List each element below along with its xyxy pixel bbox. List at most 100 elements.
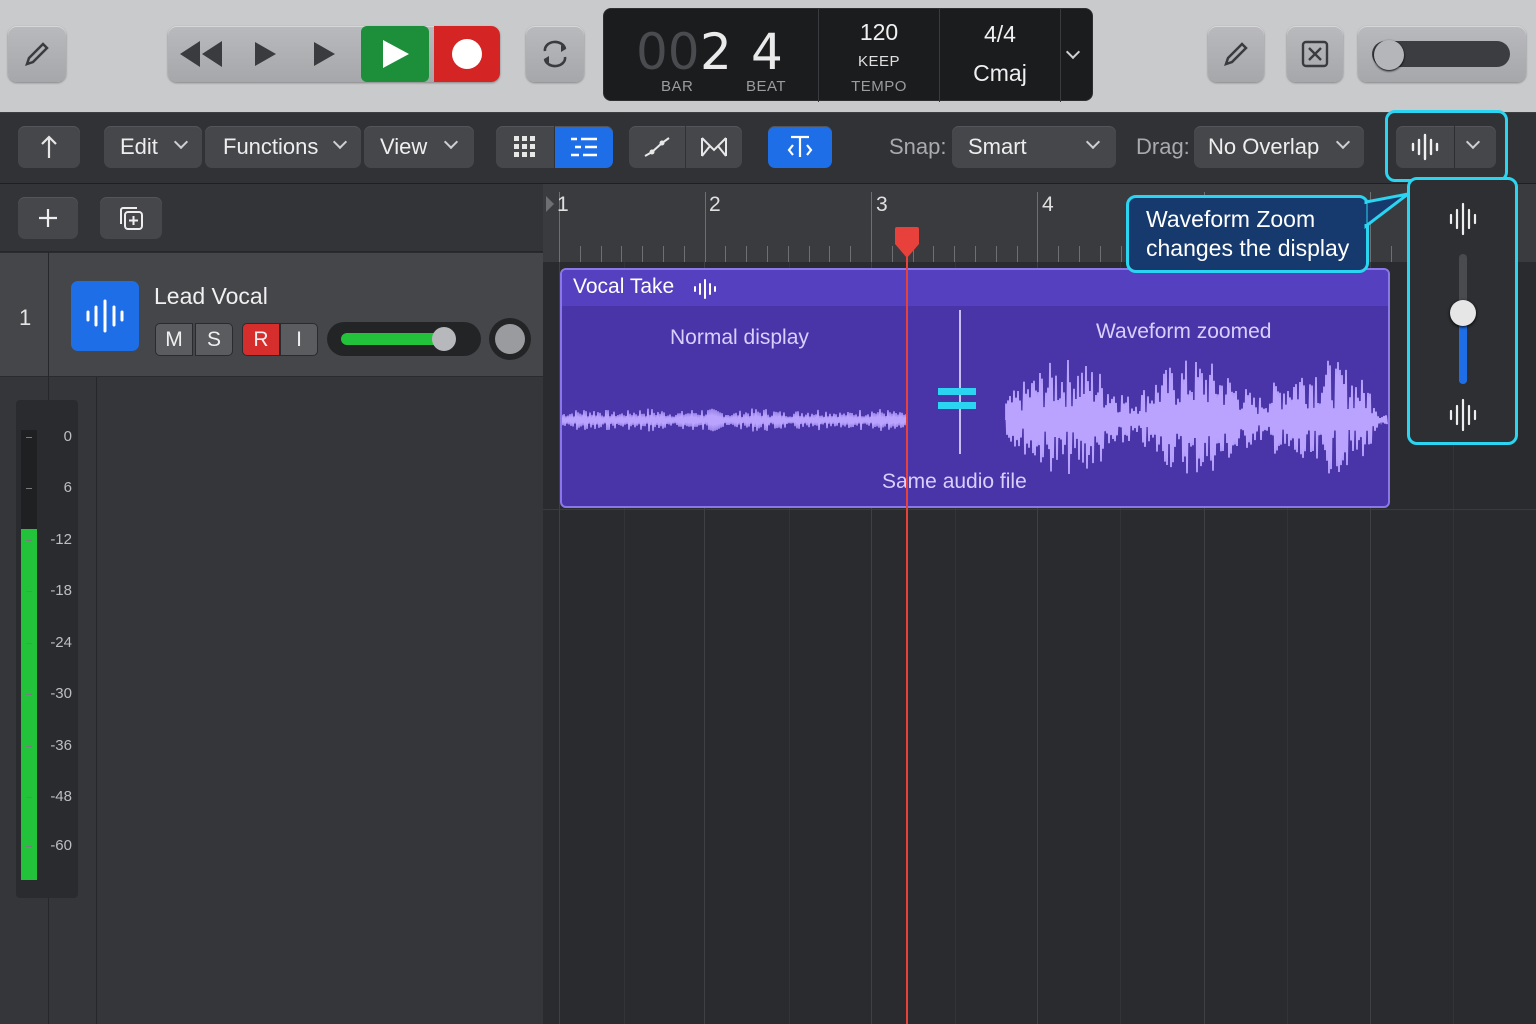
- ruler-bar-4: 4: [1042, 193, 1054, 216]
- ruler-tick: [933, 246, 934, 262]
- ruler-tick: [642, 246, 643, 262]
- audio-waveform-icon: [86, 299, 124, 333]
- close-window-button[interactable]: [1287, 26, 1343, 82]
- stop-button[interactable]: [311, 38, 337, 75]
- close-box-icon: [1301, 40, 1329, 68]
- drag-select[interactable]: No Overlap: [1194, 126, 1364, 168]
- play-button[interactable]: [361, 26, 429, 82]
- pan-knob[interactable]: [489, 318, 531, 360]
- mute-button[interactable]: M: [155, 323, 193, 356]
- chevron-down-icon[interactable]: [1465, 134, 1481, 150]
- playhead-line[interactable]: [906, 254, 908, 1024]
- ruler-tick: [1391, 246, 1392, 262]
- view-menu[interactable]: View: [364, 126, 474, 168]
- automation-button[interactable]: [629, 126, 685, 168]
- volume-knob[interactable]: [431, 327, 456, 351]
- record-enable-button[interactable]: R: [242, 323, 280, 356]
- lcd-chevron-down-icon[interactable]: [1065, 44, 1081, 60]
- grid-view-button[interactable]: [496, 126, 554, 168]
- ruler-tick: [1121, 246, 1122, 262]
- snap-label: Snap:: [889, 134, 947, 159]
- meter-scale-label: -60: [50, 837, 72, 854]
- ruler-tick: [705, 192, 706, 262]
- lcd-display[interactable]: 00 2 4 BAR BEAT 120 KEEP TEMPO 4/4 Cmaj: [603, 8, 1093, 102]
- tempo-value: 120: [859, 19, 899, 45]
- zoom-slider-knob[interactable]: [1450, 299, 1476, 326]
- rewind-button[interactable]: [178, 38, 224, 75]
- input-monitor-button[interactable]: I: [280, 323, 318, 356]
- ruler-tick: [975, 246, 976, 262]
- waveform-zoom-out-icon[interactable]: [1448, 398, 1478, 432]
- list-view-button[interactable]: [555, 126, 613, 168]
- record-button[interactable]: [434, 26, 500, 82]
- snap-select[interactable]: Smart: [952, 126, 1116, 168]
- plus-icon: [39, 209, 57, 227]
- play-icon: [383, 40, 409, 68]
- meter-scale-tick: [26, 694, 32, 695]
- ruler-start-marker: [546, 196, 554, 212]
- notes-button[interactable]: [1208, 26, 1264, 82]
- forward-button[interactable]: [252, 38, 278, 75]
- volume-fill: [341, 333, 442, 345]
- add-track-button[interactable]: [18, 197, 78, 239]
- level-meter: 0 6 -12 -18 -24 -30 -36 -48 -60: [16, 400, 78, 898]
- pencil-tool-button[interactable]: [8, 26, 66, 82]
- flex-button[interactable]: [686, 126, 742, 168]
- record-icon: [452, 39, 482, 69]
- region-header: [562, 270, 1388, 306]
- duplicate-track-button[interactable]: [100, 197, 162, 239]
- ruler-bar-2: 2: [709, 193, 721, 216]
- ruler-bar-1: 1: [557, 193, 569, 216]
- master-volume-knob[interactable]: [1374, 40, 1404, 70]
- region-name: Vocal Take: [573, 275, 675, 298]
- ruler-tick: [663, 246, 664, 262]
- cycle-icon: [543, 40, 567, 68]
- ruler-tick: [621, 246, 622, 262]
- drag-value: No Overlap: [1208, 134, 1320, 159]
- master-volume-slider[interactable]: [1358, 26, 1526, 82]
- view-menu-label: View: [380, 134, 428, 159]
- automation-curve-icon: [644, 137, 670, 157]
- track-volume-slider[interactable]: [327, 322, 481, 356]
- ruler-tick: [580, 246, 581, 262]
- waveform-zoom-button[interactable]: [1396, 126, 1496, 168]
- meter-scale-tick: [26, 488, 32, 489]
- solo-button[interactable]: S: [195, 323, 233, 356]
- ruler-tick: [725, 246, 726, 262]
- cycle-button[interactable]: [526, 26, 584, 82]
- audio-region[interactable]: Vocal Take Normal display Waveform zoome…: [560, 268, 1390, 508]
- functions-menu[interactable]: Functions: [205, 126, 361, 168]
- track-icon[interactable]: [71, 281, 139, 351]
- meter-fill: [21, 529, 37, 880]
- bar-prefix: 00: [636, 23, 700, 81]
- region-waveform-icon: [694, 279, 716, 299]
- meter-scale-tick: [26, 540, 32, 541]
- ruler-tick: [1100, 246, 1101, 262]
- flex-icon: [701, 137, 727, 157]
- meter-scale-tick: [26, 746, 32, 747]
- catch-playhead-button[interactable]: [18, 126, 80, 168]
- duplicate-icon: [120, 207, 143, 230]
- waveform-zoom-in-icon[interactable]: [1448, 202, 1478, 236]
- ruler-tick: [1058, 246, 1059, 262]
- meter-scale-label: -18: [50, 582, 72, 599]
- snap-magnet-icon: [787, 135, 813, 157]
- tempo-label: TEMPO: [851, 78, 907, 95]
- beat-label: BEAT: [746, 78, 787, 95]
- track-name[interactable]: Lead Vocal: [154, 283, 268, 310]
- chevron-down-icon: [443, 134, 459, 150]
- playhead-marker-icon[interactable]: [893, 226, 921, 260]
- chevron-down-icon: [332, 134, 348, 150]
- play-small-icon: [314, 42, 335, 66]
- zoomed-waveform: [1005, 360, 1388, 474]
- tempo-mode: KEEP: [857, 53, 901, 70]
- lane-divider: [543, 509, 1536, 510]
- meter-scale-label: 0: [63, 428, 72, 445]
- bar-value: 2: [700, 23, 732, 81]
- snap-to-grid-button[interactable]: [768, 126, 832, 168]
- chevron-down-icon: [173, 134, 189, 150]
- edit-menu[interactable]: Edit: [104, 126, 202, 168]
- chevron-down-icon: [1085, 134, 1101, 150]
- track-number: 1: [19, 305, 32, 330]
- ruler-tick: [871, 192, 872, 262]
